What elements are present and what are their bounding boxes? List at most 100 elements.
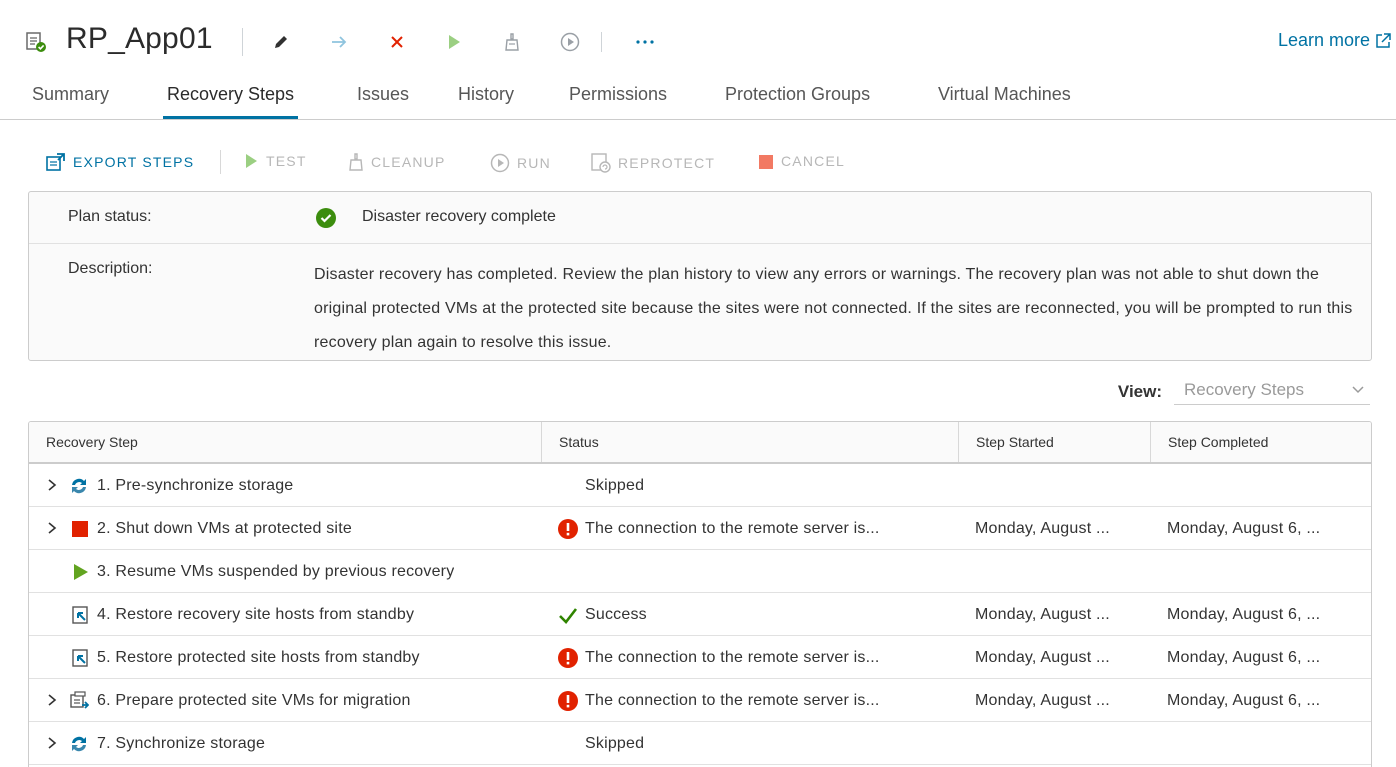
- table-row[interactable]: 7. Synchronize storage Skipped: [29, 722, 1371, 765]
- step-started: Monday, August ...: [975, 606, 1110, 623]
- error-icon: [558, 519, 578, 539]
- cancel-label: CANCEL: [781, 153, 845, 169]
- check-icon: [559, 608, 578, 624]
- table-row[interactable]: 1. Pre-synchronize storage Skipped: [29, 464, 1371, 507]
- edit-button[interactable]: [268, 29, 294, 55]
- description-label: Description:: [68, 260, 153, 277]
- delete-button[interactable]: [384, 29, 410, 55]
- error-icon: [558, 648, 578, 668]
- run-label: RUN: [517, 155, 551, 171]
- tab-bar: Summary Recovery Steps Issues History Pe…: [0, 80, 1396, 120]
- view-selected-value: Recovery Steps: [1184, 380, 1304, 399]
- sync-storage-icon: [72, 736, 86, 752]
- more-icon: [636, 40, 654, 44]
- step-name: 4. Restore recovery site hosts from stan…: [97, 606, 415, 623]
- test-play-icon: [246, 154, 257, 168]
- chevron-right-icon[interactable]: [45, 736, 59, 750]
- error-icon: [558, 691, 578, 711]
- column-header-step-completed[interactable]: Step Completed: [1151, 422, 1371, 462]
- export-steps-button[interactable]: EXPORT STEPS: [45, 152, 194, 172]
- host-restore-icon: [72, 606, 88, 624]
- chevron-right-icon[interactable]: [45, 478, 59, 492]
- tab-history[interactable]: History: [458, 84, 514, 119]
- column-header-recovery-step[interactable]: Recovery Step: [29, 422, 542, 462]
- move-button[interactable]: [326, 29, 352, 55]
- step-status: Skipped: [585, 735, 645, 752]
- reprotect-label: REPROTECT: [618, 155, 716, 171]
- table-row[interactable]: 6. Prepare protected site VMs for migrat…: [29, 679, 1371, 722]
- chevron-right-icon[interactable]: [45, 693, 59, 707]
- recovery-steps-grid: Recovery Step Status Step Started Step C…: [28, 421, 1372, 767]
- status-ok-icon: [316, 208, 336, 228]
- toolbar-divider: [242, 28, 243, 56]
- view-select[interactable]: Recovery Steps: [1174, 378, 1370, 405]
- cancel-action-button[interactable]: CANCEL: [757, 152, 845, 170]
- sync-storage-icon: [72, 478, 86, 494]
- test-label: TEST: [266, 153, 307, 169]
- learn-more-label: Learn more: [1277, 30, 1370, 50]
- step-completed: Monday, August 6, ...: [1167, 520, 1321, 537]
- description-value: Disaster recovery has completed. Review …: [314, 266, 1353, 351]
- host-restore-icon: [72, 649, 88, 667]
- table-row[interactable]: 3. Resume VMs suspended by previous reco…: [29, 550, 1371, 593]
- test-button[interactable]: [441, 29, 467, 55]
- run-button[interactable]: [557, 29, 583, 55]
- chevron-right-icon[interactable]: [45, 521, 59, 535]
- step-started: Monday, August ...: [975, 520, 1110, 537]
- tab-permissions[interactable]: Permissions: [569, 84, 667, 119]
- delete-icon: [391, 36, 403, 48]
- table-row[interactable]: 4. Restore recovery site hosts from stan…: [29, 593, 1371, 636]
- run-icon: [560, 32, 580, 52]
- cleanup-icon: [505, 33, 519, 51]
- plan-status-row: Plan status: Disaster recovery complete: [29, 192, 1371, 244]
- export-icon: [46, 153, 65, 171]
- play-icon: [74, 564, 88, 580]
- step-name: 3. Resume VMs suspended by previous reco…: [97, 563, 455, 580]
- plan-status-label: Plan status:: [68, 208, 152, 225]
- reprotect-action-button[interactable]: REPROTECT: [590, 152, 715, 174]
- step-status: The connection to the remote server is..…: [585, 649, 880, 666]
- column-header-status[interactable]: Status: [542, 422, 959, 462]
- column-header-step-started[interactable]: Step Started: [959, 422, 1151, 462]
- step-status: Success: [585, 606, 647, 623]
- stop-icon: [72, 521, 88, 537]
- tab-summary[interactable]: Summary: [32, 84, 109, 119]
- tab-recovery-steps[interactable]: Recovery Steps: [163, 84, 299, 119]
- plan-status-value: Disaster recovery complete: [362, 208, 556, 225]
- action-divider: [220, 150, 221, 174]
- plan-info-panel: Plan status: Disaster recovery complete …: [28, 191, 1372, 361]
- tab-virtual-machines[interactable]: Virtual Machines: [938, 84, 1071, 119]
- recovery-plan-icon: [26, 32, 46, 52]
- step-started: Monday, August ...: [975, 649, 1110, 666]
- action-bar: EXPORT STEPS TEST CLEANUP RUN REPROTECT …: [0, 140, 1396, 184]
- tab-issues[interactable]: Issues: [357, 84, 409, 119]
- grid-header: Recovery Step Status Step Started Step C…: [29, 422, 1371, 464]
- step-name: 5. Restore protected site hosts from sta…: [97, 649, 420, 666]
- run-action-button[interactable]: RUN: [489, 152, 551, 174]
- plan-header: RP_App01 Learn more: [0, 0, 1396, 82]
- more-actions-button[interactable]: [632, 29, 658, 55]
- tab-protection-groups[interactable]: Protection Groups: [725, 84, 870, 119]
- step-completed: Monday, August 6, ...: [1167, 692, 1321, 709]
- step-status: The connection to the remote server is..…: [585, 520, 880, 537]
- step-completed: Monday, August 6, ...: [1167, 606, 1321, 623]
- cleanup-action-button[interactable]: CLEANUP: [347, 152, 446, 172]
- cleanup-icon: [349, 153, 363, 171]
- toolbar-divider: [601, 32, 602, 52]
- chevron-down-icon: [1352, 386, 1364, 394]
- table-row[interactable]: 5. Restore protected site hosts from sta…: [29, 636, 1371, 679]
- cleanup-button[interactable]: [499, 29, 525, 55]
- edit-icon: [275, 36, 287, 48]
- step-completed: Monday, August 6, ...: [1167, 649, 1321, 666]
- step-status: Skipped: [585, 477, 645, 494]
- reprotect-icon: [591, 153, 611, 173]
- test-action-button[interactable]: TEST: [242, 152, 307, 170]
- table-row[interactable]: 2. Shut down VMs at protected site The c…: [29, 507, 1371, 550]
- step-name: 6. Prepare protected site VMs for migrat…: [97, 692, 411, 709]
- run-icon: [490, 153, 510, 173]
- cancel-stop-icon: [759, 155, 773, 169]
- move-icon: [332, 36, 347, 48]
- learn-more-link[interactable]: Learn more: [1278, 30, 1392, 51]
- step-started: Monday, August ...: [975, 692, 1110, 709]
- step-name: 7. Synchronize storage: [97, 735, 266, 752]
